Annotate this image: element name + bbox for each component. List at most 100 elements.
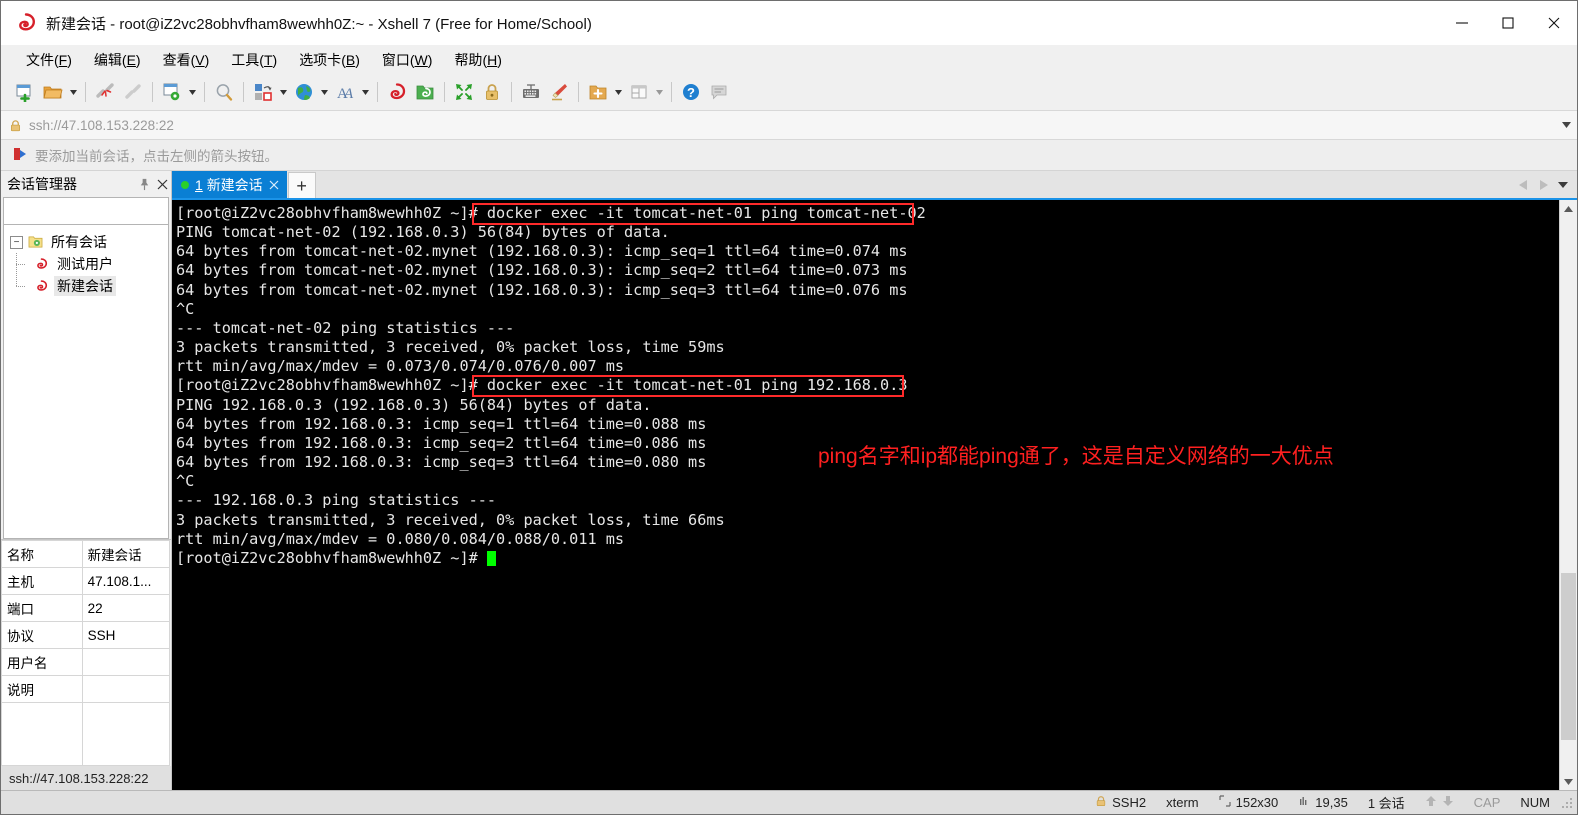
menu-help-mnemonic: H [487,52,498,68]
menu-edit[interactable]: 编辑(E) [83,47,152,73]
prop-value [81,675,171,703]
search-input[interactable] [4,199,187,223]
menu-help[interactable]: 帮助(H) [443,47,512,73]
lock-icon [1095,795,1107,810]
annotation-text: ping名字和ip都能ping通了，这是自定义网络的一大优点 [818,445,1334,468]
xftp-icon[interactable] [411,78,439,106]
terminal-container: [root@iZ2vc28obhvfham8wewhh0Z ~]# docker… [172,198,1577,790]
add-folder-icon[interactable] [584,78,612,106]
fullscreen-icon[interactable] [450,78,478,106]
triangle-right-icon[interactable] [1533,173,1553,197]
xshell-icon[interactable] [383,78,411,106]
scroll-down-button[interactable] [1560,773,1577,790]
chevron-down-icon[interactable] [1553,173,1573,197]
sidebar-item-new-session[interactable]: 新建会话 [4,275,168,297]
highlight-icon[interactable] [545,78,573,106]
transfer-file-dropdown-arrow-icon[interactable] [277,78,290,106]
sidebar-item-label: 新建会话 [54,276,116,296]
menu-tools-label: 工具 [231,52,260,68]
menu-file-mnemonic: F [58,52,68,68]
xshell-logo-icon [15,12,37,34]
scroll-up-button[interactable] [1560,200,1577,217]
menu-window[interactable]: 窗口(W) [371,47,444,73]
globe-icon[interactable] [290,78,318,106]
new-session-icon[interactable] [11,78,39,106]
toolbar-separator [511,82,512,102]
chevron-down-icon[interactable] [1555,122,1577,128]
toolbar: A A ? [1,74,1577,111]
font-icon[interactable]: A A [331,78,359,106]
menu-tools-mnemonic: T [263,52,273,68]
prop-value [81,702,171,766]
maximize-button[interactable] [1485,1,1531,45]
tab-strip: 1 新建会话 + [172,171,1577,198]
menu-file[interactable]: 文件(F) [15,47,83,73]
expander-icon[interactable]: − [10,235,23,249]
table-row: 协议 SSH [1,621,171,649]
menu-view[interactable]: 查看(V) [152,47,221,73]
terminal-scrollbar[interactable] [1559,200,1577,790]
scrollbar-thumb[interactable] [1561,572,1576,740]
prop-key: 说明 [1,675,83,703]
prop-key: 主机 [1,567,83,595]
status-size: 152x30 [1209,791,1289,814]
menu-window-mnemonic: W [414,52,428,68]
close-icon[interactable] [153,173,171,195]
svg-text:A: A [343,86,354,102]
triangle-left-icon[interactable] [1513,173,1533,197]
pin-icon[interactable] [135,173,153,195]
lock-icon[interactable] [478,78,506,106]
close-button[interactable] [1531,1,1577,45]
find-icon[interactable] [210,78,238,106]
address-bar[interactable]: ssh://47.108.153.228:22 [1,111,1577,140]
menu-tabs-label: 选项卡 [299,52,342,68]
new-tab-button[interactable]: + [287,172,316,198]
layout-dropdown-arrow-icon[interactable] [653,78,666,106]
menu-bar: 文件(F) 编辑(E) 查看(V) 工具(T) 选项卡(B) 窗口(W) 帮助(… [1,45,1577,74]
toolbar-separator [204,82,205,102]
transfer-file-icon[interactable] [249,78,277,106]
disconnect-icon[interactable] [91,78,119,106]
comment-icon[interactable] [705,78,733,106]
table-row: 说明 [1,675,171,703]
status-cursor-label: 19,35 [1315,795,1348,810]
minimize-button[interactable] [1439,1,1485,45]
session-search-box[interactable] [3,197,202,225]
tab-status-dot-icon [181,180,189,189]
sidebar-item-test-user[interactable]: 测试用户 [4,253,168,275]
font-dropdown-arrow-icon[interactable] [359,78,372,106]
toolbar-separator [85,82,86,102]
status-caps-lock: CAP [1473,795,1501,810]
menu-tabs[interactable]: 选项卡(B) [288,47,371,73]
keyboard-icon[interactable] [517,78,545,106]
help-icon[interactable]: ? [677,78,705,106]
resize-icon [1219,795,1231,810]
notice-text: 要添加当前会话，点击左侧的箭头按钮。 [35,149,278,164]
prop-key: 端口 [1,594,83,622]
session-properties-dropdown-arrow-icon[interactable] [186,78,199,106]
arrow-up-icon [1425,795,1437,810]
tab-new-session[interactable]: 1 新建会话 [172,171,287,198]
tree-root-all-sessions[interactable]: − 所有会话 [4,231,168,253]
open-folder-dropdown-arrow-icon[interactable] [67,78,80,106]
tab-close-icon[interactable] [263,171,285,198]
resize-grip-icon[interactable] [1560,795,1574,810]
menu-tools[interactable]: 工具(T) [220,47,288,73]
status-bar: ssh://47.108.153.228:22 SSH2 xterm 152x3… [1,790,1577,814]
globe-dropdown-arrow-icon[interactable] [318,78,331,106]
terminal-cursor [486,550,496,566]
terminal-pane: 1 新建会话 + [root@iZ2vc28obhvfham8wewhh0Z ~… [172,171,1577,790]
session-icon [34,279,49,294]
terminal-screen[interactable]: [root@iZ2vc28obhvfham8wewhh0Z ~]# docker… [172,200,1559,790]
open-folder-icon[interactable] [39,78,67,106]
address-input[interactable]: ssh://47.108.153.228:22 [29,118,1555,133]
layout-icon[interactable] [625,78,653,106]
tree-root-label: 所有会话 [51,234,107,250]
add-folder-dropdown-arrow-icon[interactable] [612,78,625,106]
status-cursor: 19,35 [1288,791,1358,814]
scrollbar-track[interactable] [1560,217,1577,773]
session-properties-icon[interactable] [158,78,186,106]
tab-label: 1 新建会话 [195,175,263,195]
reconnect-icon[interactable] [119,78,147,106]
prop-key: 名称 [1,540,83,568]
